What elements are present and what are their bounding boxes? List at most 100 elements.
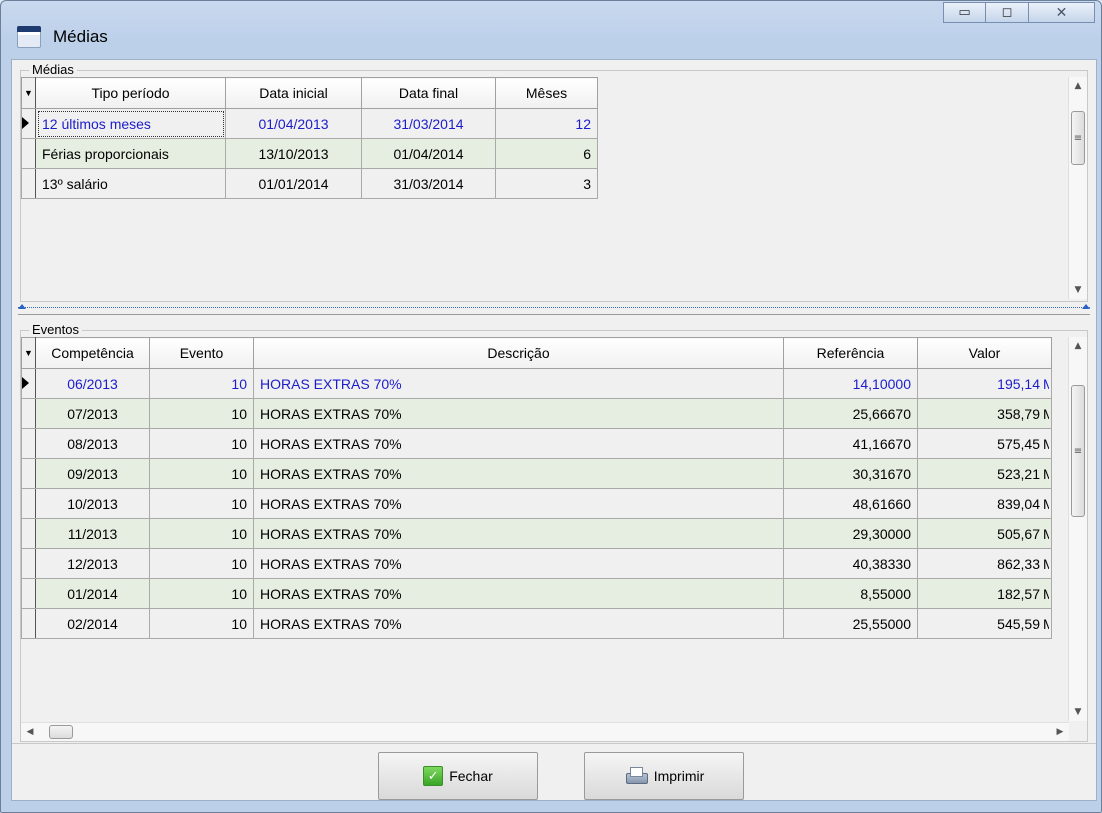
medias-row[interactable]: 13º salário 01/01/2014 31/03/2014 3 [21, 168, 598, 199]
eventos-cell-valor[interactable]: 182,57M [917, 578, 1052, 609]
eventos-cell-referencia[interactable]: 29,30000 [783, 518, 918, 549]
eventos-row[interactable]: 11/201310HORAS EXTRAS 70%29,30000505,67M [21, 518, 1052, 549]
eventos-cell-referencia[interactable]: 8,55000 [783, 578, 918, 609]
eventos-cell-valor[interactable]: 839,04M [917, 488, 1052, 519]
medias-grid[interactable]: ▼ Tipo período Data inicial Data final M… [21, 77, 1087, 301]
scroll-down-icon[interactable]: ▼ [1069, 281, 1087, 299]
scroll-right-icon[interactable]: ▶ [1051, 723, 1069, 741]
eventos-cell-referencia[interactable]: 25,66670 [783, 398, 918, 429]
eventos-cell-referencia[interactable]: 25,55000 [783, 608, 918, 639]
medias-cell-meses[interactable]: 3 [495, 168, 598, 199]
eventos-col-valor[interactable]: Valor [917, 337, 1052, 369]
eventos-col-evento[interactable]: Evento [149, 337, 254, 369]
eventos-cell-referencia[interactable]: 41,16670 [783, 428, 918, 459]
eventos-cell-competencia[interactable]: 06/2013 [35, 368, 150, 399]
medias-cell-inicio[interactable]: 01/01/2014 [225, 168, 362, 199]
medias-vertical-scrollbar[interactable]: ▲ ≡ ▼ [1068, 77, 1087, 299]
medias-cell-fim[interactable]: 31/03/2014 [361, 168, 496, 199]
eventos-cell-evento[interactable]: 10 [149, 608, 254, 639]
medias-cell-tipo[interactable]: 13º salário [35, 168, 226, 199]
eventos-cell-evento[interactable]: 10 [149, 548, 254, 579]
medias-row[interactable]: 12 últimos meses 01/04/2013 31/03/2014 1… [21, 108, 598, 139]
maximize-button[interactable]: ◻ [986, 2, 1029, 23]
eventos-cell-valor[interactable]: 358,79M [917, 398, 1052, 429]
eventos-cell-evento[interactable]: 10 [149, 518, 254, 549]
eventos-row[interactable]: 02/201410HORAS EXTRAS 70%25,55000545,59M [21, 608, 1052, 639]
medias-col-meses[interactable]: Mêses [495, 77, 598, 109]
eventos-col-competencia[interactable]: Competência [35, 337, 150, 369]
medias-cell-tipo[interactable]: Férias proporcionais [35, 138, 226, 169]
eventos-horizontal-scrollbar[interactable]: ◀ ▶ [21, 722, 1069, 741]
eventos-cell-descricao[interactable]: HORAS EXTRAS 70% [253, 428, 784, 459]
eventos-row[interactable]: 09/201310HORAS EXTRAS 70%30,31670523,21M [21, 458, 1052, 489]
scroll-down-icon[interactable]: ▼ [1069, 703, 1087, 721]
eventos-cell-descricao[interactable]: HORAS EXTRAS 70% [253, 518, 784, 549]
scroll-left-icon[interactable]: ◀ [21, 723, 39, 741]
medias-col-fim[interactable]: Data final [361, 77, 496, 109]
eventos-cell-competencia[interactable]: 11/2013 [35, 518, 150, 549]
medias-col-inicio[interactable]: Data inicial [225, 77, 362, 109]
eventos-col-descricao[interactable]: Descrição [253, 337, 784, 369]
eventos-row[interactable]: 07/201310HORAS EXTRAS 70%25,66670358,79M [21, 398, 1052, 429]
eventos-cell-evento[interactable]: 10 [149, 488, 254, 519]
eventos-cell-valor[interactable]: 523,21M [917, 458, 1052, 489]
eventos-cell-evento[interactable]: 10 [149, 428, 254, 459]
eventos-cell-descricao[interactable]: HORAS EXTRAS 70% [253, 488, 784, 519]
eventos-cell-referencia[interactable]: 40,38330 [783, 548, 918, 579]
eventos-row[interactable]: 01/201410HORAS EXTRAS 70%8,55000182,57M [21, 578, 1052, 609]
eventos-cell-descricao[interactable]: HORAS EXTRAS 70% [253, 398, 784, 429]
medias-cell-meses[interactable]: 6 [495, 138, 598, 169]
eventos-cell-competencia[interactable]: 10/2013 [35, 488, 150, 519]
eventos-cell-descricao[interactable]: HORAS EXTRAS 70% [253, 368, 784, 399]
title-bar[interactable]: Médias ▭ ◻ ✕ [1, 1, 1101, 59]
eventos-cell-descricao[interactable]: HORAS EXTRAS 70% [253, 548, 784, 579]
scroll-up-icon[interactable]: ▲ [1069, 77, 1087, 95]
eventos-cell-referencia[interactable]: 14,10000 [783, 368, 918, 399]
eventos-cell-evento[interactable]: 10 [149, 578, 254, 609]
eventos-cell-valor[interactable]: 195,14M [917, 368, 1052, 399]
eventos-cell-competencia[interactable]: 07/2013 [35, 398, 150, 429]
eventos-vertical-scrollbar[interactable]: ▲ ≡ ▼ [1068, 337, 1087, 721]
eventos-col-referencia[interactable]: Referência [783, 337, 918, 369]
eventos-row[interactable]: 12/201310HORAS EXTRAS 70%40,38330862,33M [21, 548, 1052, 579]
eventos-cell-evento[interactable]: 10 [149, 398, 254, 429]
eventos-cell-evento[interactable]: 10 [149, 368, 254, 399]
medias-col-tipo[interactable]: Tipo período [35, 77, 226, 109]
eventos-cell-valor[interactable]: 862,33M [917, 548, 1052, 579]
eventos-cell-descricao[interactable]: HORAS EXTRAS 70% [253, 608, 784, 639]
medias-cell-inicio[interactable]: 13/10/2013 [225, 138, 362, 169]
eventos-cell-descricao[interactable]: HORAS EXTRAS 70% [253, 578, 784, 609]
eventos-cell-valor[interactable]: 545,59M [917, 608, 1052, 639]
scroll-thumb[interactable]: ≡ [1071, 111, 1085, 165]
medias-cell-fim[interactable]: 31/03/2014 [361, 108, 496, 139]
eventos-cell-referencia[interactable]: 30,31670 [783, 458, 918, 489]
scroll-up-icon[interactable]: ▲ [1069, 337, 1087, 355]
medias-cell-fim[interactable]: 01/04/2014 [361, 138, 496, 169]
panel-splitter[interactable] [18, 304, 1090, 315]
eventos-cell-evento[interactable]: 10 [149, 458, 254, 489]
eventos-cell-valor[interactable]: 505,67M [917, 518, 1052, 549]
eventos-cell-descricao[interactable]: HORAS EXTRAS 70% [253, 458, 784, 489]
eventos-cell-competencia[interactable]: 01/2014 [35, 578, 150, 609]
medias-cell-meses[interactable]: 12 [495, 108, 598, 139]
minimize-button[interactable]: ▭ [943, 2, 986, 23]
eventos-row[interactable]: 10/201310HORAS EXTRAS 70%48,61660839,04M [21, 488, 1052, 519]
eventos-cell-competencia[interactable]: 12/2013 [35, 548, 150, 579]
eventos-grid[interactable]: ▼ Competência Evento Descrição Referênci… [21, 337, 1087, 741]
eventos-row[interactable]: 08/201310HORAS EXTRAS 70%41,16670575,45M [21, 428, 1052, 459]
scroll-thumb[interactable]: ≡ [1071, 385, 1085, 517]
medias-cell-inicio[interactable]: 01/04/2013 [225, 108, 362, 139]
eventos-cell-referencia[interactable]: 48,61660 [783, 488, 918, 519]
horizontal-scroll-thumb[interactable] [49, 725, 73, 739]
fechar-button[interactable]: ✓ Fechar [378, 752, 538, 800]
medias-menu-icon[interactable]: ▼ [21, 77, 36, 109]
eventos-cell-competencia[interactable]: 02/2014 [35, 608, 150, 639]
eventos-cell-competencia[interactable]: 08/2013 [35, 428, 150, 459]
close-button[interactable]: ✕ [1029, 2, 1095, 23]
eventos-cell-valor[interactable]: 575,45M [917, 428, 1052, 459]
imprimir-button[interactable]: Imprimir [584, 752, 744, 800]
eventos-menu-icon[interactable]: ▼ [21, 337, 36, 369]
medias-cell-tipo[interactable]: 12 últimos meses [35, 108, 226, 139]
eventos-cell-competencia[interactable]: 09/2013 [35, 458, 150, 489]
eventos-row[interactable]: 06/201310HORAS EXTRAS 70%14,10000195,14M [21, 368, 1052, 399]
